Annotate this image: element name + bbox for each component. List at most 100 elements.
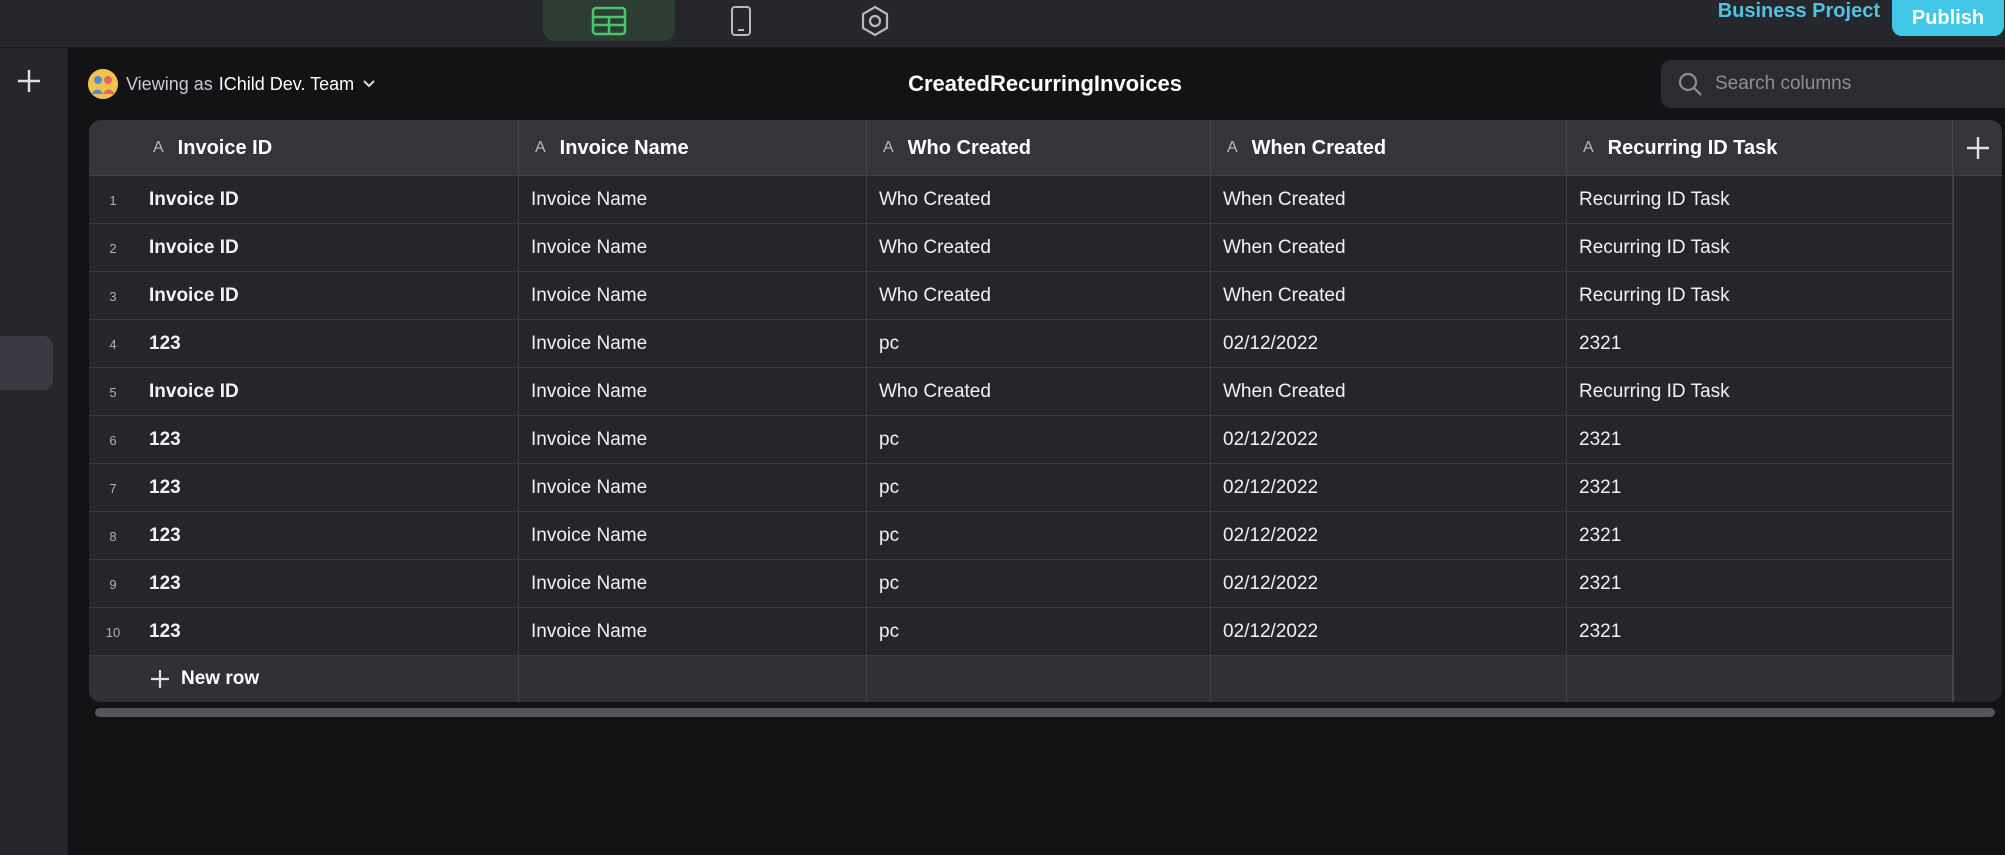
row-number: 3 xyxy=(109,288,117,304)
table-cell[interactable]: pc xyxy=(867,512,1211,560)
text-type-icon: A xyxy=(1583,139,1594,156)
table-cell[interactable]: pc xyxy=(867,464,1211,512)
new-row-divider xyxy=(1567,656,1953,702)
table-cell[interactable]: Who Created xyxy=(867,368,1211,416)
tab-layout[interactable] xyxy=(676,0,806,41)
table-cell[interactable]: When Created xyxy=(1211,224,1567,272)
table-row[interactable]: 9 123 Invoice Name pc 02/12/2022 2321 xyxy=(89,560,1953,608)
table-row[interactable]: 4 123 Invoice Name pc 02/12/2022 2321 xyxy=(89,320,1953,368)
column-header-when-created[interactable]: A When Created xyxy=(1211,120,1567,176)
column-label: Invoice ID xyxy=(177,136,273,159)
column-label: Who Created xyxy=(907,136,1032,159)
add-table-button[interactable] xyxy=(10,62,48,100)
data-grid: A Invoice ID A Invoice Name A Who Create… xyxy=(89,120,2002,702)
tab-settings[interactable] xyxy=(810,0,940,41)
table-cell[interactable]: Recurring ID Task xyxy=(1567,272,1953,320)
plus-icon xyxy=(18,70,40,92)
row-number: 10 xyxy=(105,624,121,640)
table-cell[interactable]: Invoice Name xyxy=(519,416,867,464)
table-cell[interactable]: 02/12/2022 xyxy=(1211,512,1567,560)
phone-icon xyxy=(731,5,751,36)
search-icon xyxy=(1678,72,1702,96)
table-cell[interactable]: Invoice Name xyxy=(519,224,867,272)
new-row-divider xyxy=(1211,656,1567,702)
row-number: 8 xyxy=(109,528,117,544)
table-cell[interactable]: 02/12/2022 xyxy=(1211,608,1567,656)
table-row[interactable]: 5 Invoice ID Invoice Name Who Created When C… xyxy=(89,368,1953,416)
table-cell[interactable]: When Created xyxy=(1211,176,1567,224)
table-cell[interactable]: Who Created xyxy=(867,272,1211,320)
text-type-icon: A xyxy=(535,139,546,156)
page-title: CreatedRecurringInvoices xyxy=(908,71,1182,96)
table-row[interactable]: 3 Invoice ID Invoice Name Who Created When C… xyxy=(89,272,1953,320)
table-cell[interactable]: Invoice Name xyxy=(519,176,867,224)
table-cell[interactable]: Invoice Name xyxy=(519,560,867,608)
table-cell[interactable]: 123 xyxy=(149,464,519,512)
table-cell[interactable]: Invoice ID xyxy=(149,368,519,416)
publish-button[interactable]: Publish xyxy=(1892,0,2004,36)
table-cell[interactable]: Invoice ID xyxy=(149,176,519,224)
table-cell[interactable]: Who Created xyxy=(867,224,1211,272)
table-cell[interactable]: Recurring ID Task xyxy=(1567,176,1953,224)
avatar xyxy=(88,69,118,99)
table-cell[interactable]: Recurring ID Task xyxy=(1567,224,1953,272)
project-name[interactable]: Business Project xyxy=(1700,0,1880,22)
table-cell[interactable]: When Created xyxy=(1211,272,1567,320)
search-columns[interactable] xyxy=(1661,60,2005,108)
table-cell[interactable]: Invoice Name xyxy=(519,608,867,656)
table-cell[interactable]: 02/12/2022 xyxy=(1211,320,1567,368)
table-cell[interactable]: 02/12/2022 xyxy=(1211,464,1567,512)
table-cell[interactable]: 123 xyxy=(149,512,519,560)
column-label: When Created xyxy=(1251,136,1387,159)
table-cell[interactable]: Recurring ID Task xyxy=(1567,368,1953,416)
viewing-as-selector[interactable]: Viewing as IChild Dev. Team xyxy=(88,68,376,100)
grid-header: A Invoice ID A Invoice Name A Who Create… xyxy=(89,120,2002,176)
tab-data[interactable] xyxy=(543,0,675,41)
table-row[interactable]: 6 123 Invoice Name pc 02/12/2022 2321 xyxy=(89,416,1953,464)
table-row[interactable]: 2 Invoice ID Invoice Name Who Created When C… xyxy=(89,224,1953,272)
new-row-bar: New row xyxy=(89,656,1953,702)
table-cell[interactable]: 2321 xyxy=(1567,464,1953,512)
column-header-who-created[interactable]: A Who Created xyxy=(867,120,1211,176)
table-cell[interactable]: Invoice Name xyxy=(519,512,867,560)
table-cell[interactable]: 2321 xyxy=(1567,608,1953,656)
table-cell[interactable]: 123 xyxy=(149,608,519,656)
table-cell[interactable]: 2321 xyxy=(1567,416,1953,464)
table-cell[interactable]: 123 xyxy=(149,560,519,608)
add-column-button[interactable] xyxy=(1953,120,2002,176)
table-cell[interactable]: 123 xyxy=(149,320,519,368)
table-cell[interactable]: Invoice Name xyxy=(519,272,867,320)
row-number: 5 xyxy=(109,384,117,400)
grid-right-edge xyxy=(1953,176,1954,702)
table-cell[interactable]: Invoice ID xyxy=(149,224,519,272)
table-cell[interactable]: 2321 xyxy=(1567,512,1953,560)
table-row[interactable]: 8 123 Invoice Name pc 02/12/2022 2321 xyxy=(89,512,1953,560)
table-cell[interactable]: 2321 xyxy=(1567,560,1953,608)
table-row[interactable]: 1 Invoice ID Invoice Name Who Created When C… xyxy=(89,176,1953,224)
search-input[interactable] xyxy=(1715,73,1975,95)
table-cell[interactable]: pc xyxy=(867,560,1211,608)
column-header-invoice-name[interactable]: A Invoice Name xyxy=(519,120,867,176)
table-cell[interactable]: When Created xyxy=(1211,368,1567,416)
table-row[interactable]: 7 123 Invoice Name pc 02/12/2022 2321 xyxy=(89,464,1953,512)
table-cell[interactable]: 123 xyxy=(149,416,519,464)
table-cell[interactable]: 02/12/2022 xyxy=(1211,416,1567,464)
table-cell[interactable]: Invoice Name xyxy=(519,368,867,416)
table-cell[interactable]: Who Created xyxy=(867,176,1211,224)
column-header-invoice-id[interactable]: A Invoice ID xyxy=(89,120,519,176)
row-number: 4 xyxy=(109,336,117,352)
horizontal-scrollbar[interactable] xyxy=(95,708,1995,717)
table-row[interactable]: 10 123 Invoice Name pc 02/12/2022 2321 xyxy=(89,608,1953,656)
table-cell[interactable]: Invoice Name xyxy=(519,464,867,512)
table-cell[interactable]: 02/12/2022 xyxy=(1211,560,1567,608)
table-cell[interactable]: Invoice ID xyxy=(149,272,519,320)
text-type-icon: A xyxy=(1227,139,1238,156)
column-header-recurring-id-task[interactable]: A Recurring ID Task xyxy=(1567,120,1953,176)
table-cell[interactable]: 2321 xyxy=(1567,320,1953,368)
table-cell[interactable]: Invoice Name xyxy=(519,320,867,368)
selected-table-item[interactable] xyxy=(0,336,53,390)
table-cell[interactable]: pc xyxy=(867,416,1211,464)
table-cell[interactable]: pc xyxy=(867,320,1211,368)
row-number: 6 xyxy=(109,432,117,448)
table-cell[interactable]: pc xyxy=(867,608,1211,656)
